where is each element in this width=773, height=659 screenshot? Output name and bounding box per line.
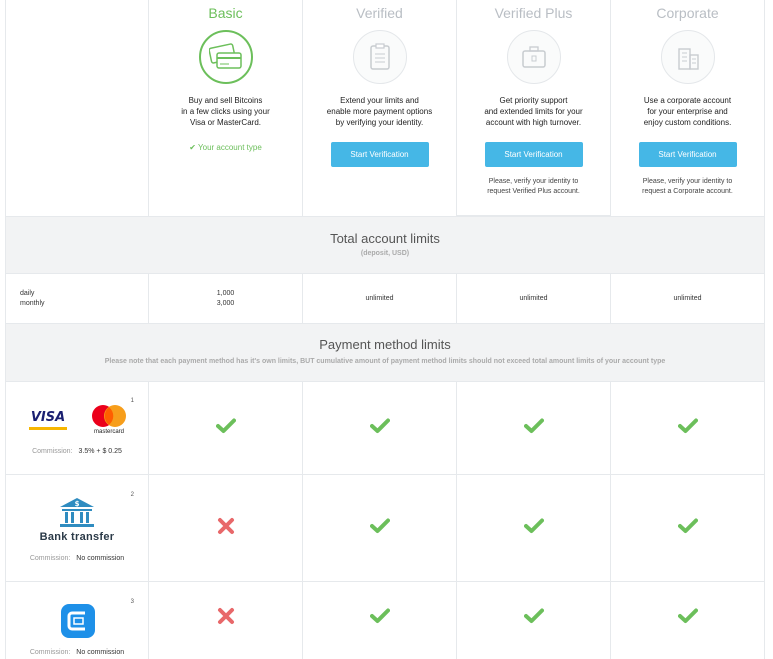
check-icon: ✔ (189, 143, 196, 152)
empty-header-cell (5, 0, 149, 217)
check-icon (369, 608, 390, 629)
verified-limits: unlimited (303, 274, 457, 324)
corporate-card-status (611, 382, 765, 475)
verified-plus-card-status (457, 382, 611, 475)
account-type-status: ✔ Your account type (189, 143, 262, 152)
method-bank-transfer: 2 $ Bank transfer Commission: No commissi… (5, 475, 149, 582)
check-icon (523, 608, 544, 629)
check-icon (215, 418, 236, 439)
section-subtitle: Please note that each payment method has… (104, 358, 666, 365)
check-icon (677, 518, 698, 539)
corporate-bank-status (611, 475, 765, 582)
check-icon (677, 608, 698, 629)
verified-plus-third-status (457, 582, 611, 659)
clipboard-icon (352, 30, 407, 84)
limit-period-labels: daily monthly (5, 274, 149, 324)
commission-text: Commission: No commission (29, 555, 125, 562)
footnote-marker: 2 (130, 492, 134, 498)
method-cards: 1 VISA mastercard Commission: 3.5% + $ 0.… (5, 382, 149, 475)
verified-plus-limits: unlimited (457, 274, 611, 324)
cross-icon (217, 517, 235, 540)
bank-icon: $ (58, 497, 96, 534)
section-subtitle: (deposit, USD) (360, 250, 410, 257)
plan-title: Corporate (656, 5, 719, 21)
svg-text:$: $ (75, 500, 80, 508)
plan-verified-plus: Verified Plus Get priority support and ex… (457, 0, 611, 217)
plan-title: Verified Plus (494, 5, 573, 21)
basic-limits: 1,000 3,000 (149, 274, 303, 324)
plan-description: Get priority support and extended limits … (484, 96, 583, 127)
cross-icon (217, 607, 235, 630)
payment-provider-icon (61, 604, 95, 643)
commission-text: Commission: 3.5% + $ 0.25 (32, 448, 122, 455)
plan-description: Use a corporate account for your enterpri… (643, 96, 732, 127)
start-verification-button[interactable]: Start Verification (330, 142, 429, 167)
basic-third-status (149, 582, 303, 659)
commission-text: Commission: No commission (29, 649, 125, 656)
plan-corporate: Corporate Use a corporate account for you… (611, 0, 765, 217)
footnote-marker: 3 (130, 599, 134, 605)
section-title: Total account limits (330, 231, 440, 246)
corporate-third-status (611, 582, 765, 659)
payment-limits-header: Payment method limits Please note that e… (5, 324, 765, 382)
basic-card-status (149, 382, 303, 475)
footnote-marker: 1 (130, 398, 134, 404)
basic-bank-status (149, 475, 303, 582)
plan-description: Buy and sell Bitcoins in a few clicks usi… (181, 96, 270, 127)
check-icon (369, 518, 390, 539)
plan-verified: Verified Extend your limits and enable mo… (303, 0, 457, 217)
plan-title: Verified (356, 5, 403, 21)
briefcase-icon (506, 30, 561, 84)
section-title: Payment method limits (319, 337, 451, 352)
verified-plus-bank-status (457, 475, 611, 582)
verification-note: Please, verify your identity to request a… (642, 178, 733, 195)
method-third: 3 Commission: No commission (5, 582, 149, 659)
total-limits-header: Total account limits (deposit, USD) (5, 217, 765, 274)
credit-cards-icon (198, 30, 253, 84)
visa-logo: VISA (29, 409, 67, 431)
corporate-limits: unlimited (611, 274, 765, 324)
plan-description: Extend your limits and enable more paymen… (326, 96, 433, 127)
building-icon (660, 30, 715, 84)
verified-third-status (303, 582, 457, 659)
verified-card-status (303, 382, 457, 475)
verified-bank-status (303, 475, 457, 582)
check-icon (523, 418, 544, 439)
verification-note: Please, verify your identity to request V… (487, 178, 580, 195)
plan-title: Basic (208, 5, 243, 21)
start-verification-button[interactable]: Start Verification (484, 142, 583, 167)
plan-basic: Basic Buy and sell Bitcoins in a few clic… (149, 0, 303, 217)
check-icon (523, 518, 544, 539)
start-verification-button[interactable]: Start Verification (638, 142, 737, 167)
account-limits-table: Basic Buy and sell Bitcoins in a few clic… (0, 0, 773, 659)
bank-transfer-label: Bank transfer (39, 531, 115, 543)
check-icon (677, 418, 698, 439)
check-icon (369, 418, 390, 439)
mastercard-logo: mastercard (88, 404, 130, 438)
